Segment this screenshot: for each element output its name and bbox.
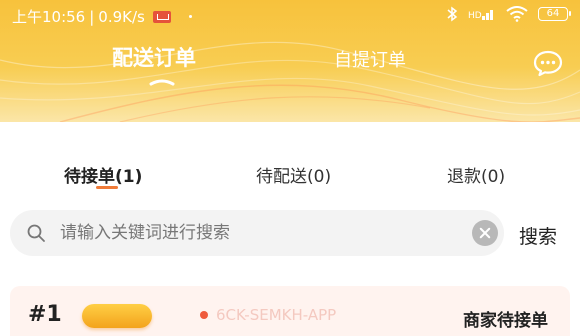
signal-icon: HD <box>468 10 493 21</box>
status-bar: 上午10:56 | 0.9K/s HD 64 <box>0 0 580 30</box>
tab-refund[interactable]: 退款(0) <box>447 162 505 187</box>
wifi-icon <box>506 6 528 22</box>
status-time: 上午10:56 <box>12 8 86 26</box>
order-status: 商家待接单 <box>463 311 548 331</box>
tab-delivery-orders[interactable]: 配送订单 <box>112 42 196 72</box>
status-separator: | <box>89 7 95 26</box>
watermark-dot-icon <box>200 311 208 319</box>
battery-icon: 64 <box>538 7 571 21</box>
order-number: #1 <box>28 302 62 327</box>
tab-pickup-orders[interactable]: 自提订单 <box>334 46 406 72</box>
bluetooth-icon <box>447 6 458 22</box>
order-type-badge <box>82 304 152 328</box>
search-icon <box>27 224 45 242</box>
clear-search-icon[interactable] <box>472 220 498 246</box>
message-icon[interactable] <box>532 49 564 77</box>
watermark-text: 6CK-SEMKH-APP <box>216 306 337 324</box>
subtab-active-indicator <box>96 186 118 189</box>
order-card[interactable]: #1 6CK-SEMKH-APP 商家待接单 <box>10 286 570 336</box>
header: 上午10:56 | 0.9K/s HD 64 配送订单 自提订单 <box>0 0 580 122</box>
search-input[interactable] <box>60 210 460 256</box>
tab-pending-accept[interactable]: 待接单(1) <box>64 162 142 187</box>
search-bar <box>10 210 504 256</box>
active-tab-indicator <box>149 79 175 86</box>
order-list-panel: 待接单(1) 待配送(0) 退款(0) 搜索 #1 6CK-SEMKH-APP … <box>0 122 580 336</box>
svg-text:HD: HD <box>468 11 482 21</box>
notification-dot-icon <box>188 15 192 18</box>
network-speed: 0.9K/s <box>98 7 145 26</box>
search-button[interactable]: 搜索 <box>519 222 557 249</box>
tab-pending-delivery[interactable]: 待配送(0) <box>256 162 331 187</box>
mail-icon <box>152 10 171 23</box>
